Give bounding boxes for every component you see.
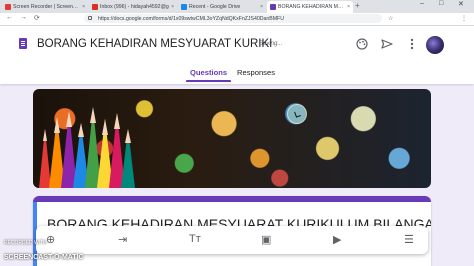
- bookmark-star-icon[interactable]: ☆: [388, 15, 393, 22]
- browser-tab-label: BORANG KEHADIRAN MESYU: [278, 4, 346, 10]
- minimize-icon[interactable]: –: [420, 0, 424, 7]
- drive-favicon-icon: [181, 4, 187, 10]
- browser-tab-inbox[interactable]: Inbox (996) - hidayah4592@g ×: [89, 1, 177, 13]
- form-title[interactable]: BORANG KEHADIRAN MESYUARAT KURIKI: [37, 38, 272, 50]
- tab-close-icon[interactable]: ×: [171, 4, 174, 10]
- watermark-line2: SCREENCAST-O-MATIC: [4, 254, 84, 261]
- gmail-favicon-icon: [92, 4, 98, 10]
- new-tab-button[interactable]: +: [355, 1, 360, 10]
- send-icon[interactable]: [381, 38, 393, 53]
- add-title-icon[interactable]: Tт: [189, 233, 201, 245]
- add-section-icon[interactable]: ☰: [404, 233, 414, 246]
- add-video-icon[interactable]: ▶: [333, 233, 341, 246]
- back-icon[interactable]: ←: [6, 14, 13, 21]
- maximize-icon[interactable]: □: [439, 0, 443, 7]
- active-tab-indicator: [186, 80, 231, 82]
- screencast-watermark: RECORDED WITH SCREENCAST-O-MATIC: [4, 240, 84, 264]
- tab-responses[interactable]: Responses: [237, 68, 275, 77]
- browser-tab-google-drive[interactable]: Recent - Google Drive ×: [178, 1, 266, 13]
- tab-close-icon[interactable]: ×: [82, 4, 85, 10]
- browser-tab-label: Recent - Google Drive: [189, 4, 241, 10]
- close-window-icon[interactable]: ✕: [458, 0, 464, 8]
- add-image-icon[interactable]: ▣: [261, 233, 271, 246]
- url-text: https://docs.google.com/forms/d/1x09swtw…: [98, 15, 284, 22]
- lock-icon: [88, 16, 92, 20]
- tab-close-icon[interactable]: ×: [260, 4, 263, 10]
- forward-icon[interactable]: →: [20, 14, 27, 21]
- browser-tab-screen-recorder[interactable]: Screen Recorder | Screencast ×: [2, 1, 88, 13]
- mouse-cursor-highlight: [287, 104, 307, 124]
- browser-tab-strip: Screen Recorder | Screencast × Inbox (99…: [0, 0, 474, 13]
- browser-menu-icon[interactable]: ⋮: [461, 15, 467, 22]
- forms-header: BORANG KEHADIRAN MESYUARAT KURIKI Saving…: [0, 26, 474, 84]
- browser-tab-label: Inbox (996) - hidayah4592@g: [100, 4, 169, 10]
- form-tabs: Questions Responses: [0, 67, 474, 84]
- watermark-line1: RECORDED WITH: [4, 240, 47, 246]
- browser-tab-label: Screen Recorder | Screencast: [13, 4, 81, 10]
- question-toolbar: ⊕ ⇥ Tт ▣ ▶ ☰: [36, 226, 428, 254]
- import-questions-icon[interactable]: ⇥: [118, 233, 127, 246]
- reload-icon[interactable]: ⟳: [34, 14, 40, 22]
- avatar[interactable]: [426, 36, 444, 54]
- more-icon[interactable]: [410, 38, 414, 53]
- address-bar-row: ← → ⟳ https://docs.google.com/forms/d/1x…: [0, 13, 474, 26]
- forms-favicon-icon: [270, 4, 276, 10]
- saving-status: Saving...: [259, 41, 283, 47]
- google-forms-logo-icon[interactable]: [19, 38, 27, 49]
- tab-questions[interactable]: Questions: [190, 68, 227, 77]
- tab-close-icon[interactable]: ×: [347, 4, 350, 10]
- url-field[interactable]: https://docs.google.com/forms/d/1x09swtw…: [84, 14, 382, 23]
- screencast-favicon-icon: [5, 4, 11, 10]
- browser-tab-borang[interactable]: BORANG KEHADIRAN MESYU ×: [267, 1, 353, 13]
- form-header-image[interactable]: [33, 89, 431, 188]
- colored-pencils-image: [39, 107, 135, 188]
- palette-icon[interactable]: [356, 38, 368, 53]
